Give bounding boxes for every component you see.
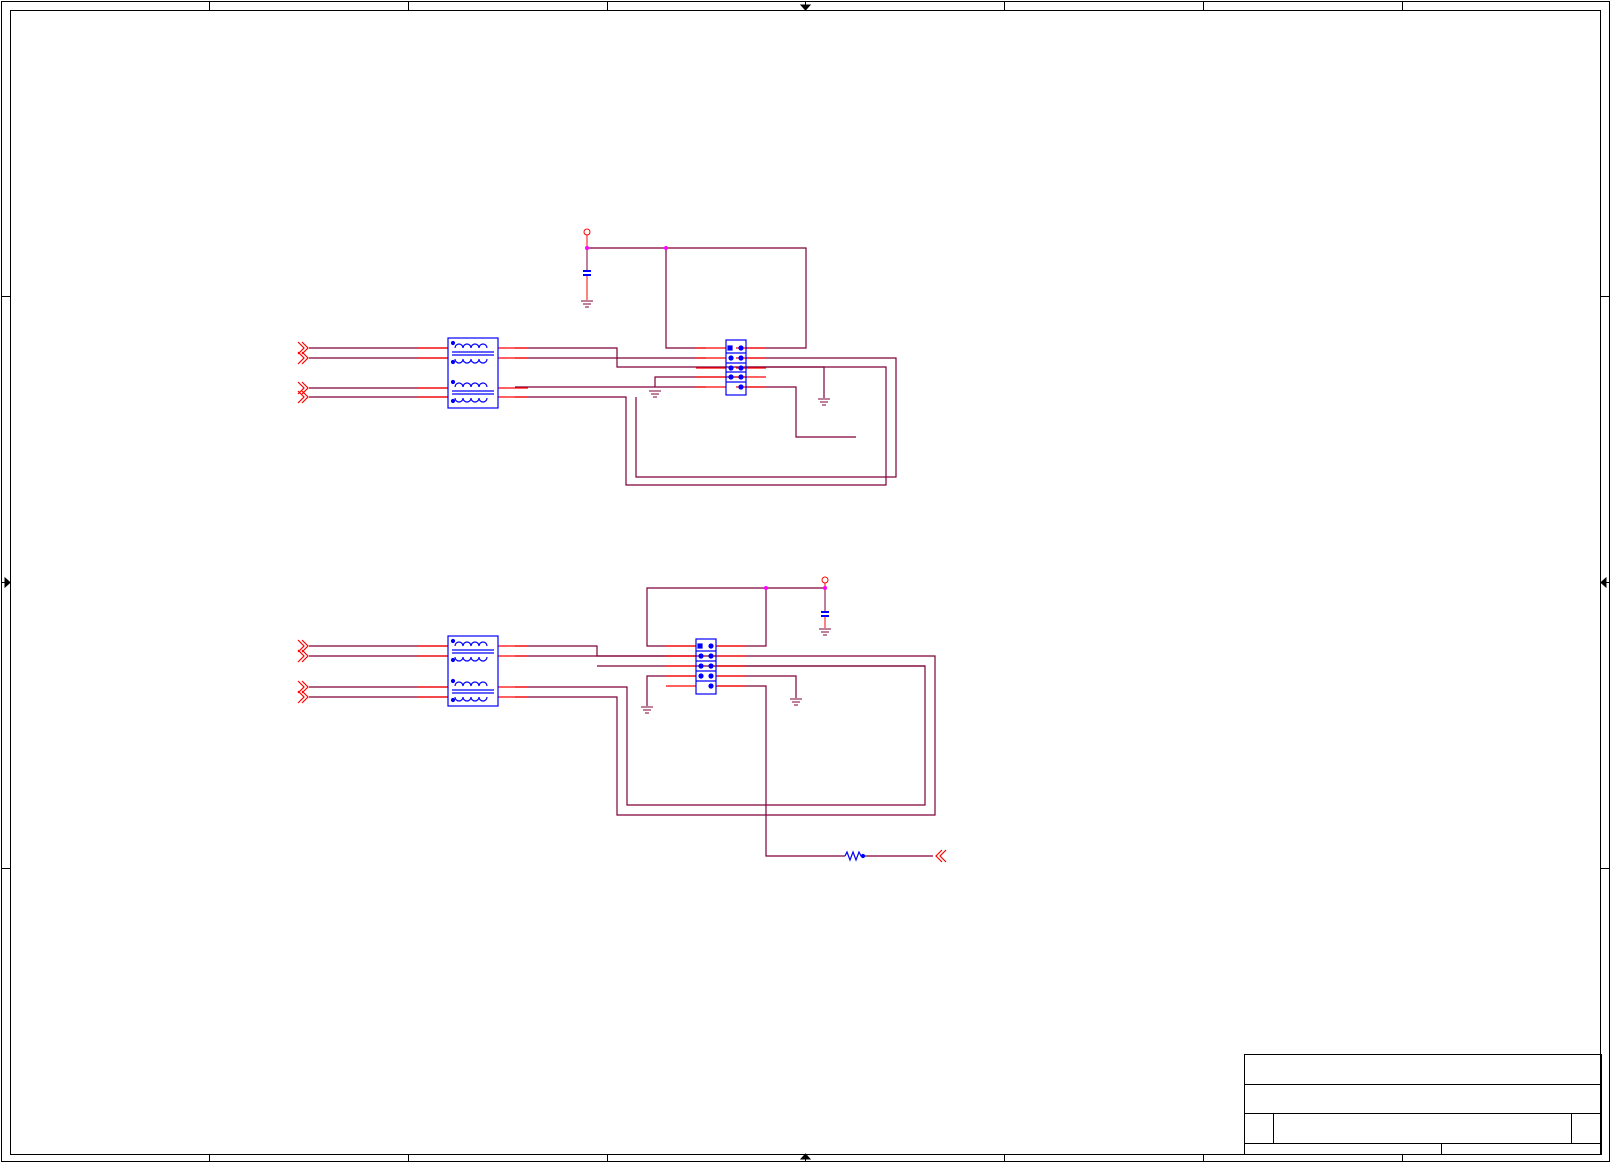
center-marker-arrows: [1, 1, 1610, 1162]
capacitor-icon: [583, 248, 591, 300]
title-block: [1244, 1054, 1602, 1155]
ground-symbol-icon: [649, 390, 661, 398]
resistor-icon: [844, 850, 866, 862]
offpage-connector-icon: [297, 680, 309, 704]
ground-symbol-icon: [790, 698, 802, 706]
schematic-sheet: [1, 1, 1610, 1162]
ground-symbol-icon: [581, 300, 593, 308]
offpage-connector-icon: [297, 341, 309, 365]
offpage-connector-icon: [297, 381, 309, 404]
power-symbol-icon: [583, 228, 591, 248]
sheet-border: [1, 1, 1610, 1162]
offpage-connector-icon: [935, 849, 947, 863]
lower-wires: [309, 587, 936, 857]
transformer-icon: [447, 337, 499, 409]
ground-symbol-icon: [818, 398, 830, 406]
upper-wires: [309, 247, 897, 486]
ground-symbol-icon: [819, 628, 831, 636]
offpage-connector-icon: [297, 639, 309, 663]
ground-symbol-icon: [641, 706, 653, 714]
capacitor-icon: [821, 588, 829, 628]
transformer-icon: [447, 635, 499, 707]
